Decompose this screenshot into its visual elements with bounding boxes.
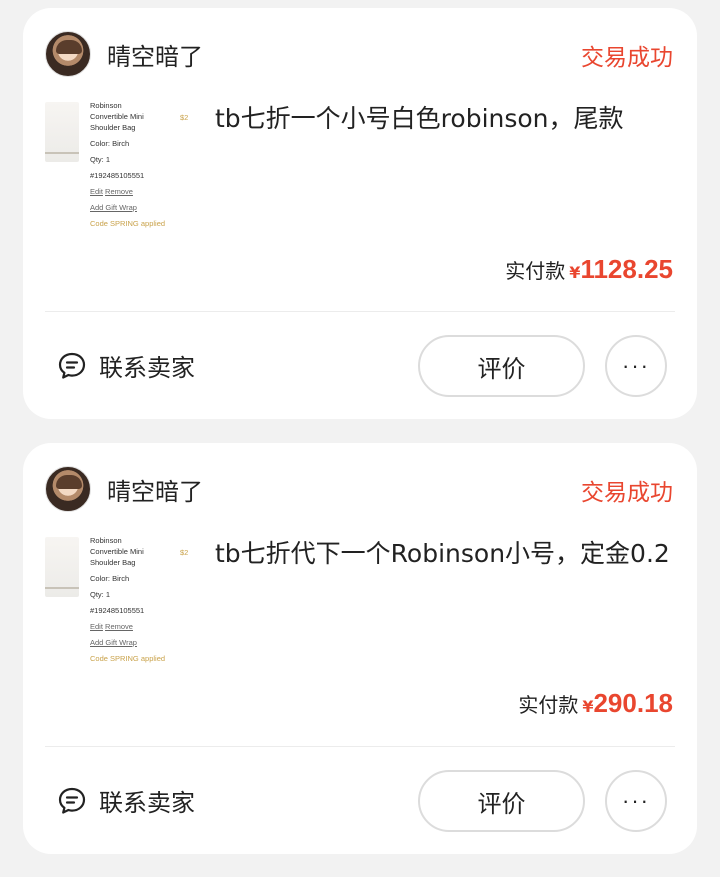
product-thumbnail[interactable]: Robinson Convertible Mini Shoulder Bag C… (45, 100, 195, 245)
payment-summary: 实付款 ¥ 290.18 (518, 688, 673, 719)
thumb-line: #192485105551 (90, 171, 145, 180)
order-card[interactable]: 晴空暗了 交易成功 Robinson Convertible Mini Shou… (23, 443, 697, 854)
contact-seller-button[interactable]: 联系卖家 (57, 783, 195, 818)
thumb-gift-wrap: Add Gift Wrap (90, 203, 137, 212)
seller-info[interactable]: 晴空暗了 (45, 30, 203, 78)
bag-image (45, 537, 79, 597)
thumb-line: Qty: 1 (90, 155, 111, 164)
thumb-edit-remove: Edit Remove (90, 621, 165, 632)
seller-name[interactable]: 晴空暗了 (107, 472, 203, 507)
divider (45, 311, 675, 312)
thumb-remove: Remove (105, 187, 133, 196)
thumb-remove: Remove (105, 622, 133, 631)
thumb-code: Code SPRING applied (90, 219, 166, 228)
pay-label: 实付款 (505, 259, 566, 283)
review-button[interactable]: 评价 (418, 335, 585, 397)
thumb-price: $2 (180, 113, 189, 122)
review-button[interactable]: 评价 (418, 770, 585, 832)
thumb-line: Color: Birch (90, 574, 130, 583)
thumb-line: Qty: 1 (90, 590, 111, 599)
thumbnail-text: Robinson Convertible Mini Shoulder Bag C… (90, 535, 165, 664)
thumb-line: Convertible Mini (90, 547, 144, 556)
more-dots-icon: ··· (622, 788, 650, 813)
thumb-gift-wrap: Add Gift Wrap (90, 638, 137, 647)
contact-seller-label: 联系卖家 (99, 789, 195, 817)
order-title[interactable]: tb七折代下一个Robinson小号，定金0.2 (215, 535, 675, 573)
thumb-edit: Edit (90, 622, 103, 631)
currency-symbol: ¥ (569, 263, 581, 282)
avatar[interactable] (45, 466, 91, 512)
payment-summary: 实付款 ¥ 1128.25 (505, 254, 673, 285)
product-thumbnail[interactable]: Robinson Convertible Mini Shoulder Bag C… (45, 535, 195, 680)
order-status: 交易成功 (581, 45, 673, 71)
bag-image (45, 102, 79, 162)
chat-bubble-icon (58, 352, 86, 379)
avatar[interactable] (45, 31, 91, 77)
thumb-price: $2 (180, 548, 189, 557)
thumb-code: Code SPRING applied (90, 654, 166, 663)
thumb-line: Shoulder Bag (90, 558, 136, 567)
thumb-line: Color: Birch (90, 139, 130, 148)
seller-name[interactable]: 晴空暗了 (107, 37, 203, 72)
pay-amount: 1128.25 (580, 254, 673, 284)
thumb-edit-remove: Edit Remove (90, 186, 165, 197)
seller-info[interactable]: 晴空暗了 (45, 465, 203, 513)
chat-bubble-icon (58, 787, 86, 814)
order-status: 交易成功 (581, 480, 673, 506)
contact-seller-label: 联系卖家 (99, 354, 195, 382)
currency-symbol: ¥ (582, 697, 594, 716)
more-dots-icon: ··· (622, 353, 650, 378)
thumb-line: Robinson (90, 536, 122, 545)
order-card[interactable]: 晴空暗了 交易成功 Robinson Convertible Mini Shou… (23, 8, 697, 419)
divider (45, 746, 675, 747)
thumbnail-text: Robinson Convertible Mini Shoulder Bag C… (90, 100, 165, 229)
pay-label: 实付款 (518, 693, 579, 717)
contact-seller-button[interactable]: 联系卖家 (57, 348, 195, 383)
more-options-button[interactable]: ··· (605, 335, 667, 397)
pay-amount: 290.18 (593, 688, 673, 718)
thumb-line: #192485105551 (90, 606, 145, 615)
thumb-line: Convertible Mini (90, 112, 144, 121)
thumb-edit: Edit (90, 187, 103, 196)
thumb-line: Shoulder Bag (90, 123, 136, 132)
more-options-button[interactable]: ··· (605, 770, 667, 832)
order-title[interactable]: tb七折一个小号白色robinson，尾款 (215, 100, 675, 138)
thumb-line: Robinson (90, 101, 122, 110)
